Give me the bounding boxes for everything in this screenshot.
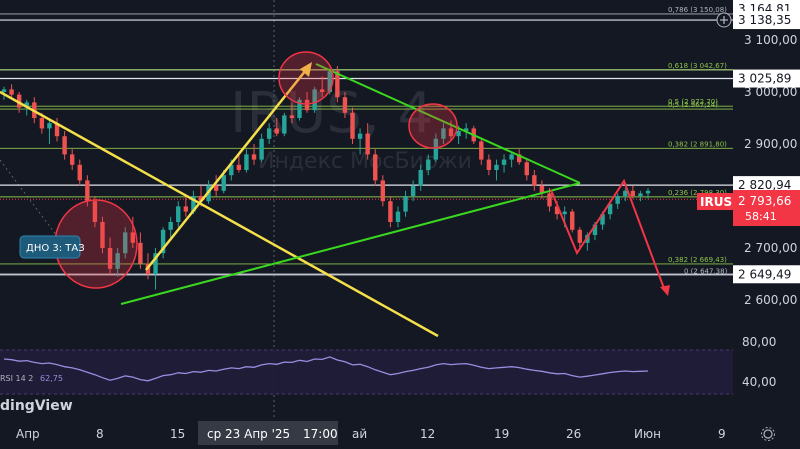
- countdown-timer: 58:41: [745, 210, 777, 223]
- candle-body: [456, 131, 461, 137]
- middle-circle-highlight[interactable]: [408, 103, 458, 149]
- candle-body: [77, 164, 82, 181]
- candle-body: [373, 154, 378, 181]
- candle-body: [357, 133, 363, 139]
- price-axis-tick: 2 900,00: [744, 137, 797, 151]
- candle-body: [236, 164, 242, 170]
- symbol-tag-text: IRUS: [700, 195, 732, 209]
- candle-body: [213, 185, 219, 191]
- candle-body: [418, 170, 423, 186]
- candle-body: [486, 159, 492, 170]
- candle-body: [251, 154, 257, 160]
- candle-body: [138, 242, 143, 264]
- indicator-tick-80: 80,00: [742, 335, 776, 349]
- candle-body: [47, 123, 52, 129]
- candle-body: [630, 190, 636, 196]
- crosshair-date: ср 23 Апр '25: [207, 427, 290, 441]
- candle-body: [524, 162, 529, 176]
- candle-body: [494, 164, 499, 170]
- time-axis-label: Апр: [16, 427, 40, 441]
- candle-body: [282, 115, 287, 134]
- price-axis-tick: 2 600,00: [744, 293, 797, 307]
- candle-body: [62, 136, 67, 155]
- candle-body: [259, 138, 264, 160]
- time-axis-label: 8: [96, 427, 104, 441]
- candle-body: [266, 128, 272, 139]
- annotation-text: ДНО 3: ТАЗ: [26, 243, 85, 254]
- candlestick-chart[interactable]: IRUS, 4 Индекс МосБиржи 0,786 (3 150,08)…: [0, 0, 800, 449]
- candle-body: [350, 112, 355, 139]
- fib-level-label: 0,382 (2 891,80): [668, 140, 727, 148]
- candle-body: [289, 115, 295, 118]
- candle-body: [509, 154, 514, 160]
- candle-body: [547, 193, 552, 207]
- candle-body: [244, 154, 249, 170]
- indicator-label: RSI 14 2: [0, 374, 33, 383]
- candle-body: [274, 128, 279, 134]
- time-axis-label: ай: [352, 427, 367, 441]
- candle-body: [638, 193, 643, 196]
- candle-body: [577, 229, 583, 243]
- candle-body: [168, 222, 173, 230]
- time-axis-label: 9: [718, 427, 726, 441]
- candle-body: [388, 201, 393, 222]
- crosshair-time: 17:00: [303, 427, 338, 441]
- candle-body: [410, 185, 416, 196]
- candle-body: [380, 180, 386, 202]
- price-badge-label: 3 025,89: [738, 72, 791, 86]
- fib-level-label: 0 (2 647,38): [684, 267, 728, 275]
- time-axis-background: [0, 420, 800, 449]
- candle-body: [623, 190, 628, 196]
- fib-level-label: 0,382 (2 669,43): [668, 256, 727, 264]
- price-badge-label: 2 649,49: [738, 267, 791, 281]
- candle-body: [342, 97, 348, 113]
- time-axis-label: 26: [566, 427, 581, 441]
- indicator-tick-40: 40,00: [742, 375, 776, 389]
- candle-body: [645, 190, 651, 194]
- fib-level-label: 0,786 (3 150,08): [668, 6, 727, 14]
- candle-body: [176, 206, 181, 222]
- indicator-value: 62,75: [40, 374, 63, 383]
- candle-body: [39, 118, 45, 129]
- fib-level-label: 0,618 (3 042,67): [668, 62, 727, 70]
- time-axis-label: 19: [494, 427, 509, 441]
- price-badge-label: 3 138,35: [738, 13, 791, 27]
- candle-body: [395, 211, 401, 222]
- watermark-subtitle: Индекс МосБиржи: [258, 149, 472, 174]
- candle-body: [1, 89, 7, 92]
- candle-body: [85, 180, 90, 202]
- tradingview-logo-text: dingView: [0, 398, 73, 414]
- candle-body: [69, 154, 75, 165]
- candle-body: [365, 133, 370, 155]
- time-axis-label: 15: [170, 427, 185, 441]
- candle-body: [562, 211, 567, 215]
- candle-body: [183, 206, 189, 212]
- candle-body: [426, 159, 431, 170]
- candle-body: [615, 196, 620, 204]
- price-axis-tick: 3 100,00: [744, 33, 797, 47]
- time-axis-label: 12: [420, 427, 435, 441]
- candle-body: [532, 175, 537, 186]
- candle-body: [221, 175, 226, 191]
- candle-body: [9, 89, 14, 95]
- fib-level-label: 0,5 (2 967,24): [668, 101, 718, 109]
- candle-body: [570, 211, 575, 230]
- current-price-value: 2 793,66: [738, 194, 791, 208]
- candle-body: [501, 159, 507, 165]
- candle-body: [403, 196, 408, 212]
- time-axis-label: Июн: [634, 427, 661, 441]
- candle-body: [479, 141, 484, 160]
- top-circle-highlight[interactable]: [278, 51, 334, 105]
- price-axis-tick: 2 700,00: [744, 241, 797, 255]
- indicator-pane-background: [0, 350, 733, 394]
